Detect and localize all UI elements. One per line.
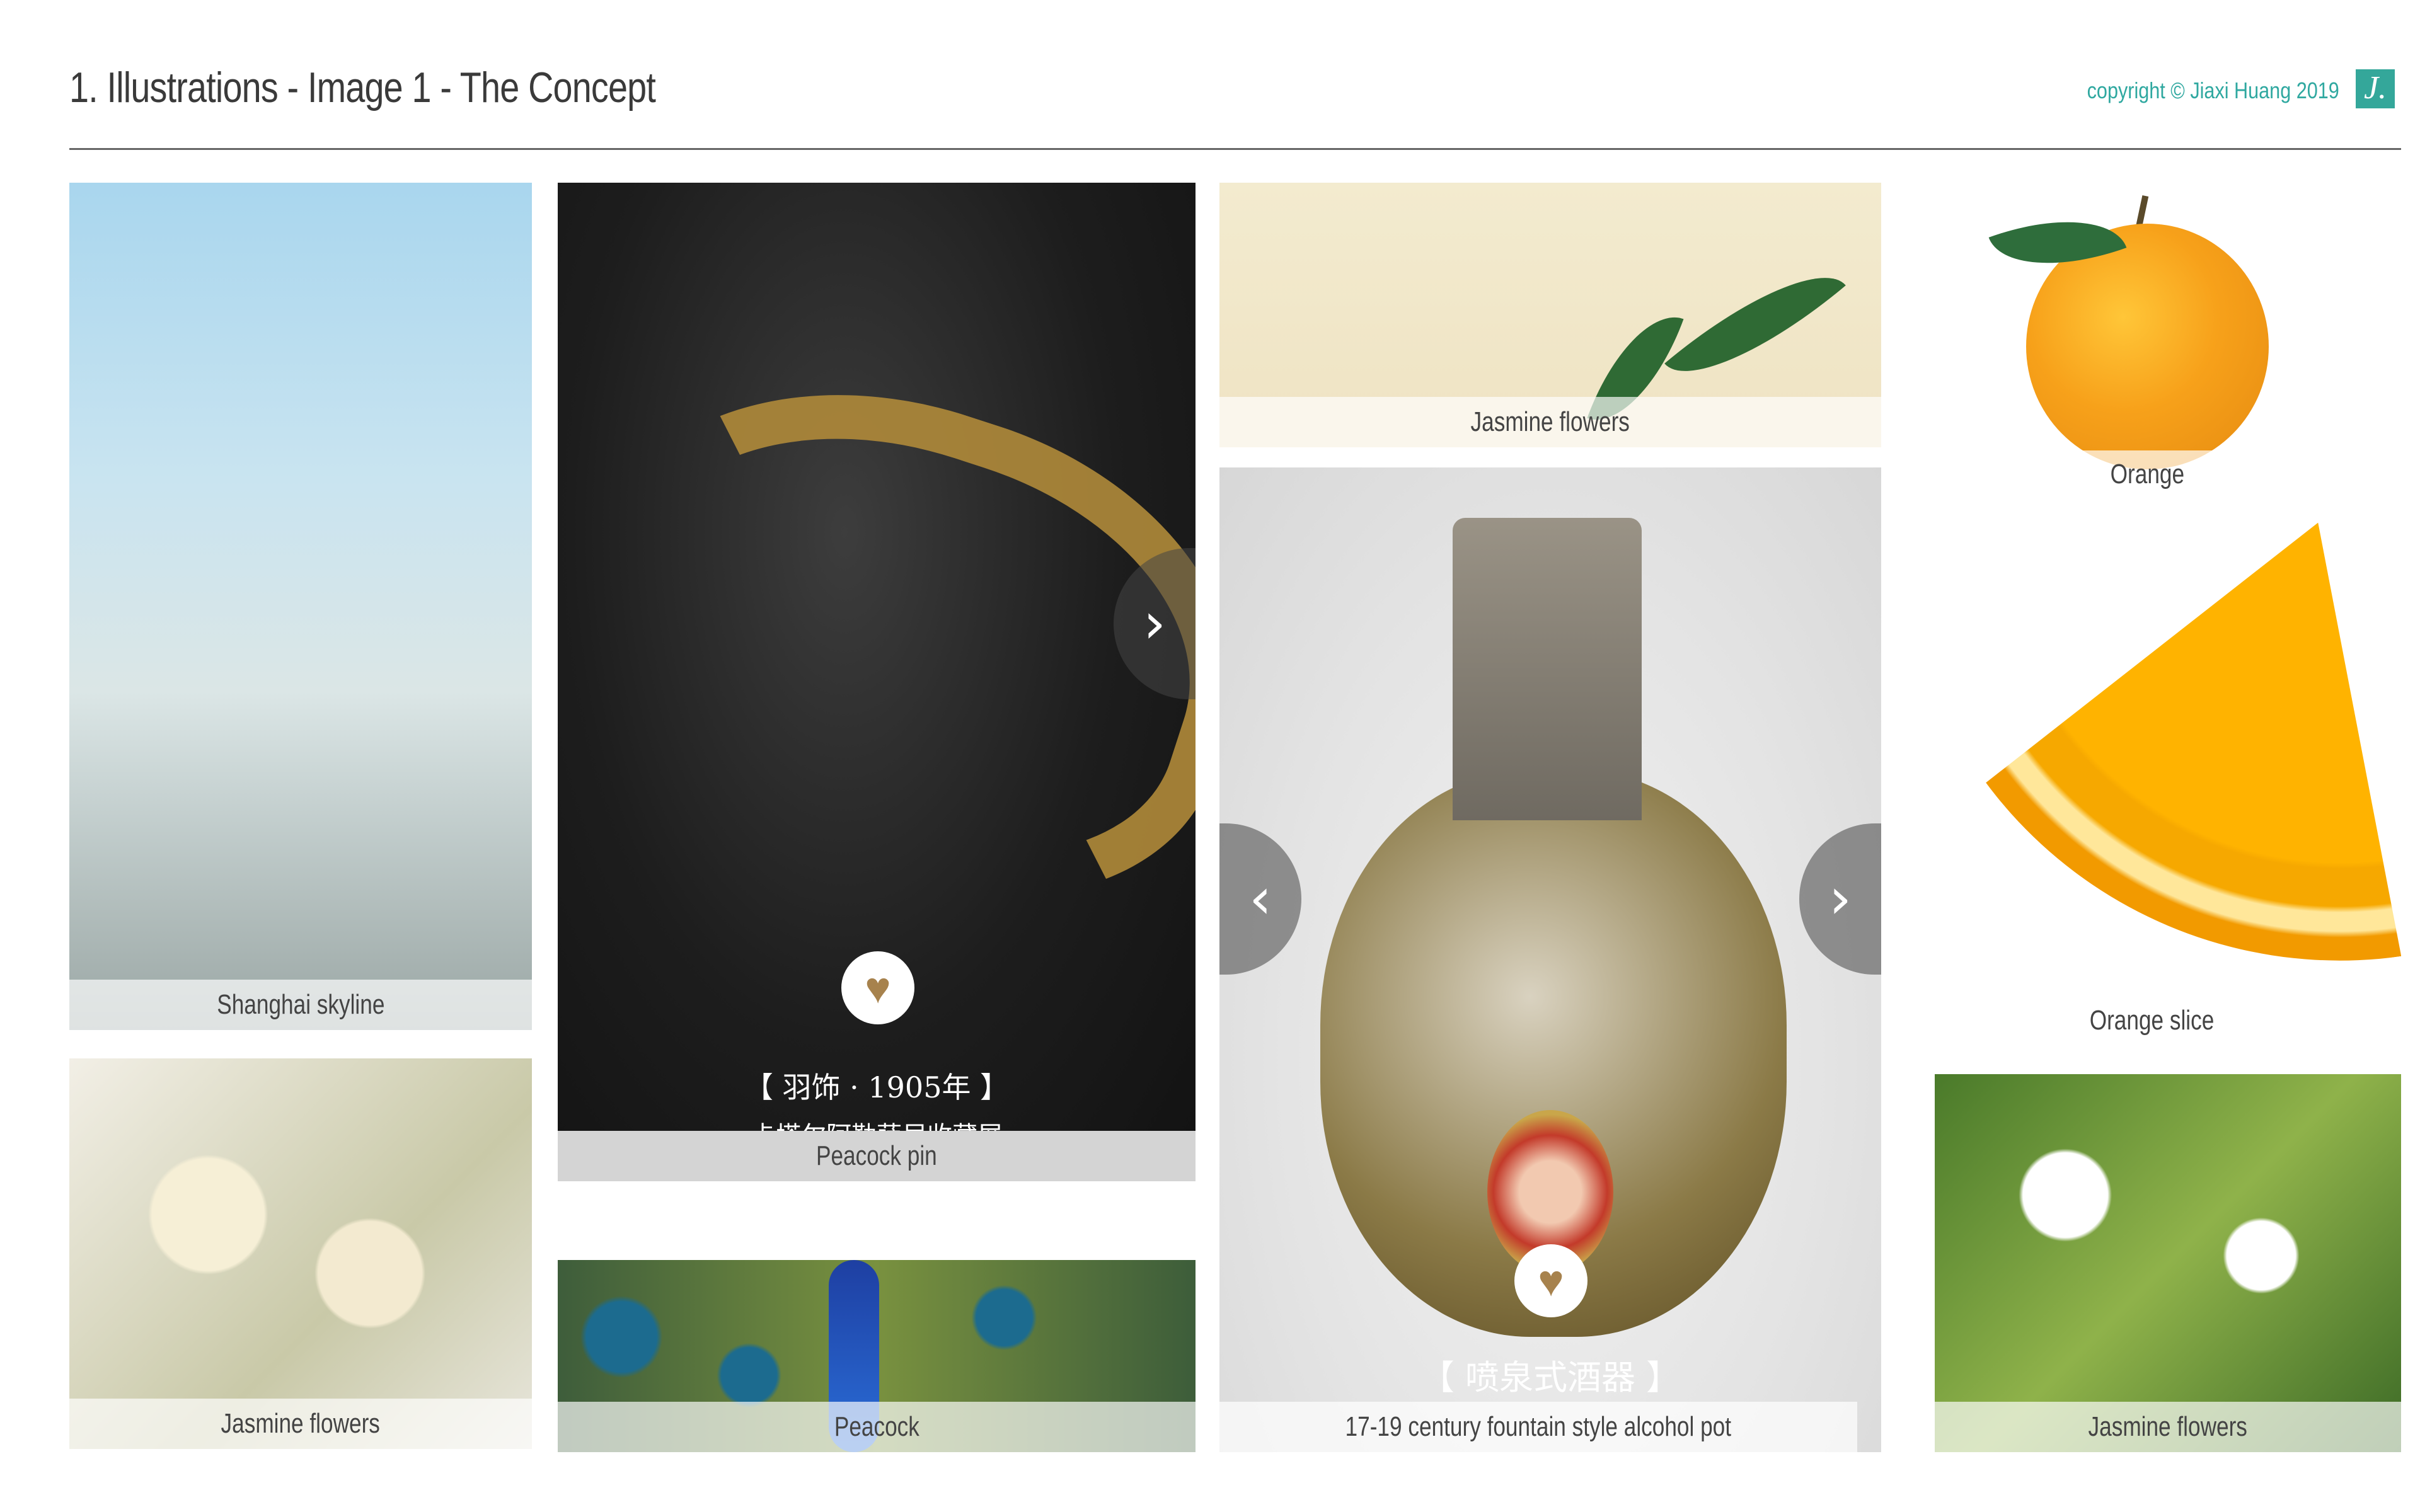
tile-caption: Jasmine flowers — [1219, 397, 1881, 447]
tile-caption: Orange — [2110, 459, 2185, 490]
tile-jasmine-white[interactable]: Jasmine flowers — [1935, 1074, 2401, 1452]
tile-jasmine-illustration[interactable]: Jasmine flowers — [1219, 183, 1881, 447]
logo: J. — [2356, 69, 2395, 108]
tile-peacock-pin[interactable]: › ♥ 【 羽饰 · 1905年 】 卡塔尔阿勒萨尼收藏展 Peacock pi… — [558, 183, 1196, 1181]
tile-caption: Shanghai skyline — [69, 980, 532, 1030]
pot-castle-image — [1453, 518, 1642, 820]
heart-icon[interactable]: ♥ — [1514, 1244, 1587, 1317]
pin-heading: 【 羽饰 · 1905年 】 — [744, 1070, 1010, 1104]
heart-icon[interactable]: ♥ — [841, 951, 914, 1024]
tile-caption: Peacock pin — [558, 1131, 1196, 1181]
tile-caption: 17-19 century fountain style alcohol pot — [1219, 1402, 1857, 1452]
chevron-right-icon[interactable]: › — [1799, 823, 1881, 975]
tile-caption: Peacock — [558, 1402, 1196, 1452]
tile-shanghai-skyline[interactable]: Shanghai skyline — [69, 183, 532, 1030]
tile-peacock[interactable]: Peacock — [558, 1260, 1196, 1452]
copyright-text: copyright © Jiaxi Huang 2019 — [2087, 77, 2339, 103]
tile-caption: Orange slice — [2090, 1005, 2215, 1036]
peacock-brooch-image — [558, 319, 1196, 966]
tile-orange-slice[interactable] — [1903, 520, 2402, 1018]
page-title: 1. Illustrations - Image 1 - The Concept — [69, 64, 656, 112]
pot-heading: 【 喷泉式酒器 】 — [1420, 1358, 1681, 1397]
header-divider — [69, 148, 2401, 150]
tile-caption: Jasmine flowers — [1935, 1402, 2401, 1452]
tile-jasmine-buds[interactable]: Jasmine flowers — [69, 1058, 532, 1449]
tile-fountain-pot[interactable]: ‹ › ♥ 【 喷泉式酒器 】 17-19 century fountain s… — [1219, 467, 1881, 1452]
tile-caption: Jasmine flowers — [69, 1399, 532, 1449]
chevron-left-icon[interactable]: ‹ — [1219, 823, 1301, 975]
leaf-shape — [1664, 242, 1846, 407]
